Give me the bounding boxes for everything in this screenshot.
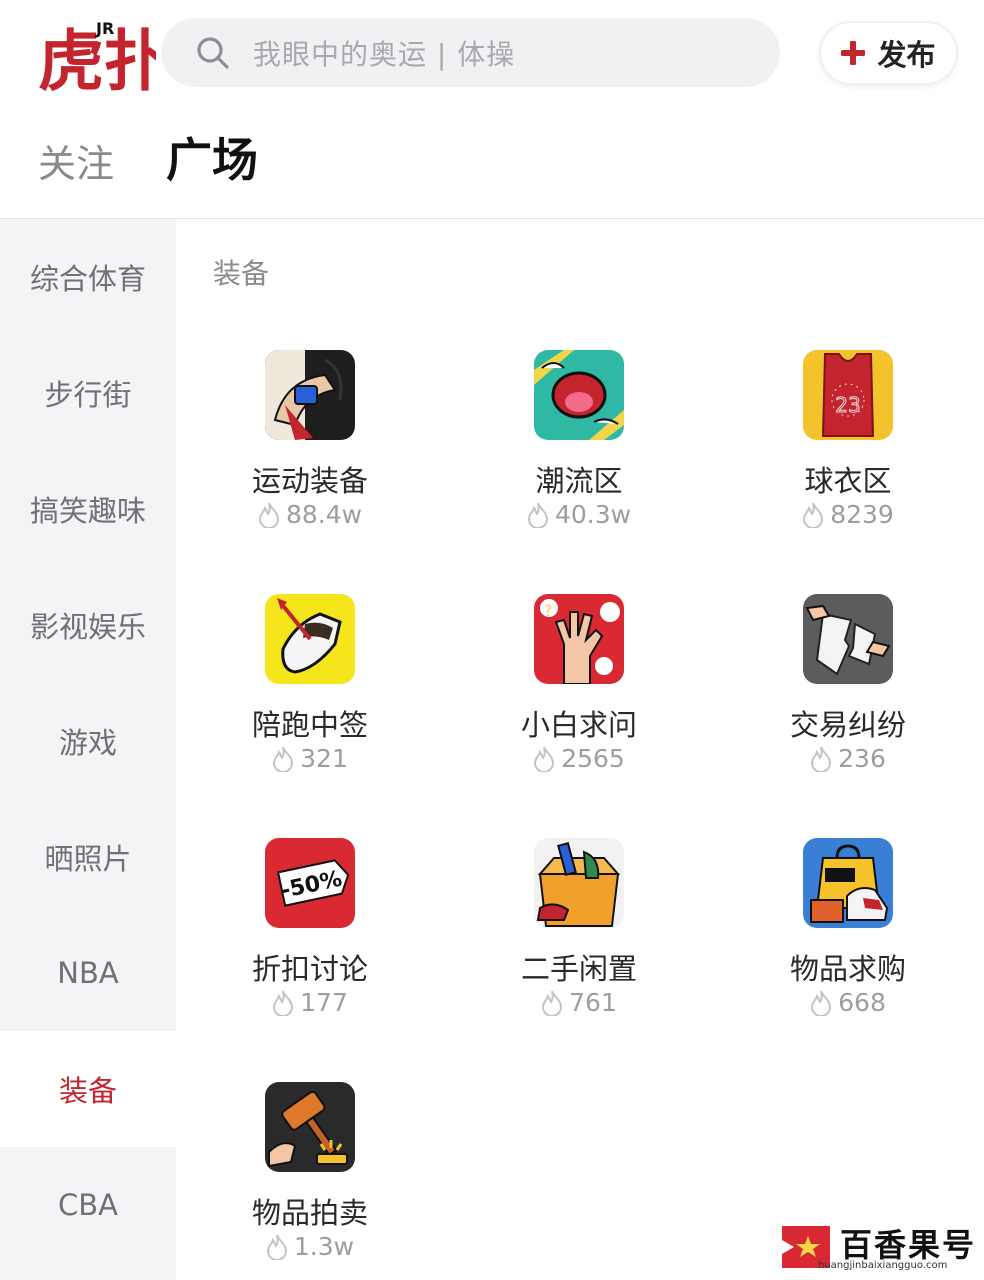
board-name: 物品拍卖 bbox=[251, 1196, 368, 1230]
board-heat: 668 bbox=[748, 988, 948, 1017]
board-heat-value: 88.4w bbox=[285, 500, 363, 529]
publish-button[interactable]: 发布 bbox=[819, 21, 958, 85]
board-heat-value: 2565 bbox=[561, 744, 625, 773]
board-heat: 8239 bbox=[748, 500, 948, 529]
flame-icon bbox=[273, 990, 294, 1016]
board-heat-value: 40.3w bbox=[554, 500, 632, 529]
board-name: 球衣区 bbox=[804, 464, 892, 498]
hupu-logo[interactable]: 虎扑 JR bbox=[38, 14, 170, 100]
board-sneaker-draw[interactable]: 陪跑中签 321 bbox=[210, 594, 410, 794]
watermark: 百香果号 huangjinbaixiangguo.com bbox=[776, 1222, 976, 1274]
search-bar[interactable]: 我眼中的奥运 | 体操 bbox=[161, 18, 780, 87]
auction-hammer-icon bbox=[265, 1082, 355, 1172]
board-name: 运动装备 bbox=[251, 464, 368, 498]
flame-icon bbox=[811, 746, 832, 772]
board-sports-gear[interactable]: 运动装备 88.4w bbox=[210, 350, 410, 550]
board-name: 小白求问 bbox=[520, 708, 637, 742]
sidebar-item-games[interactable]: 游戏 bbox=[0, 683, 176, 799]
board-heat: 761 bbox=[479, 988, 679, 1017]
board-heat: 177 bbox=[210, 988, 410, 1017]
flame-icon bbox=[266, 1234, 287, 1260]
logo-badge: JR bbox=[95, 19, 114, 38]
secondhand-box-icon bbox=[534, 838, 624, 928]
board-heat: 40.3w bbox=[479, 500, 679, 529]
search-placeholder: 我眼中的奥运 | 体操 bbox=[253, 37, 516, 71]
torn-receipt-icon bbox=[803, 594, 893, 684]
sidebar-item-funny[interactable]: 搞笑趣味 bbox=[0, 451, 176, 567]
board-heat-value: 761 bbox=[569, 988, 617, 1017]
sidebar-item-entertainment[interactable]: 影视娱乐 bbox=[0, 567, 176, 683]
board-streetwear[interactable]: 潮流区 40.3w bbox=[479, 350, 679, 550]
flame-icon bbox=[258, 502, 279, 528]
board-name: 交易纠纷 bbox=[789, 708, 906, 742]
tab-square[interactable]: 广场 bbox=[166, 133, 258, 187]
flame-icon bbox=[803, 502, 824, 528]
category-sidebar: 综合体育 步行街 搞笑趣味 影视娱乐 游戏 晒照片 NBA 装备 CBA bbox=[0, 219, 176, 1280]
board-heat: 321 bbox=[210, 744, 410, 773]
svg-text:?: ? bbox=[544, 601, 553, 620]
board-heat: 1.3w bbox=[210, 1232, 410, 1261]
sidebar-item-nba[interactable]: NBA bbox=[0, 915, 176, 1031]
board-heat: 2565 bbox=[479, 744, 679, 773]
sidebar-item-sports[interactable]: 综合体育 bbox=[0, 219, 176, 335]
board-heat-value: 1.3w bbox=[293, 1232, 355, 1261]
board-wanted[interactable]: 物品求购 668 bbox=[748, 838, 948, 1038]
board-heat: 88.4w bbox=[210, 500, 410, 529]
flame-icon bbox=[811, 990, 832, 1016]
board-heat-value: 8239 bbox=[830, 500, 894, 529]
wanted-bag-icon bbox=[803, 838, 893, 928]
sidebar-item-gear[interactable]: 装备 bbox=[0, 1031, 176, 1147]
question-hand-icon: ? bbox=[534, 594, 624, 684]
board-discount[interactable]: -50% 折扣讨论 177 bbox=[210, 838, 410, 1038]
board-secondhand[interactable]: 二手闲置 761 bbox=[479, 838, 679, 1038]
sidebar-item-photos[interactable]: 晒照片 bbox=[0, 799, 176, 915]
sale-tag-icon: -50% bbox=[265, 838, 355, 928]
board-trade-dispute[interactable]: 交易纠纷 236 bbox=[748, 594, 948, 794]
search-icon bbox=[197, 36, 229, 69]
board-name: 陪跑中签 bbox=[251, 708, 368, 742]
sports-gear-icon bbox=[265, 350, 355, 440]
board-heat: 236 bbox=[748, 744, 948, 773]
section-title: 装备 bbox=[213, 257, 270, 290]
board-heat-value: 177 bbox=[300, 988, 348, 1017]
plus-icon bbox=[841, 41, 866, 65]
sidebar-item-pedestrian-street[interactable]: 步行街 bbox=[0, 335, 176, 451]
flame-icon bbox=[273, 746, 294, 772]
board-heat-value: 668 bbox=[838, 988, 886, 1017]
board-heat-value: 236 bbox=[838, 744, 886, 773]
svg-text:23: 23 bbox=[835, 393, 860, 417]
board-auction[interactable]: 物品拍卖 1.3w bbox=[210, 1082, 410, 1280]
board-name: 物品求购 bbox=[789, 952, 906, 986]
publish-label: 发布 bbox=[877, 38, 936, 72]
streetwear-icon bbox=[534, 350, 624, 440]
sneaker-draw-icon bbox=[265, 594, 355, 684]
tab-follow[interactable]: 关注 bbox=[38, 137, 114, 191]
jersey-icon: 23 bbox=[803, 350, 893, 440]
board-jersey[interactable]: 23 球衣区 8239 bbox=[748, 350, 948, 550]
board-heat-value: 321 bbox=[300, 744, 348, 773]
watermark-url: huangjinbaixiangguo.com bbox=[818, 1260, 948, 1271]
board-name: 二手闲置 bbox=[520, 952, 637, 986]
flame-icon bbox=[527, 502, 548, 528]
board-name: 潮流区 bbox=[535, 464, 623, 498]
flame-icon bbox=[534, 746, 555, 772]
flame-icon bbox=[542, 990, 563, 1016]
board-name: 折扣讨论 bbox=[251, 952, 368, 986]
board-question[interactable]: ? 小白求问 2565 bbox=[479, 594, 679, 794]
sidebar-item-cba[interactable]: CBA bbox=[0, 1147, 176, 1263]
